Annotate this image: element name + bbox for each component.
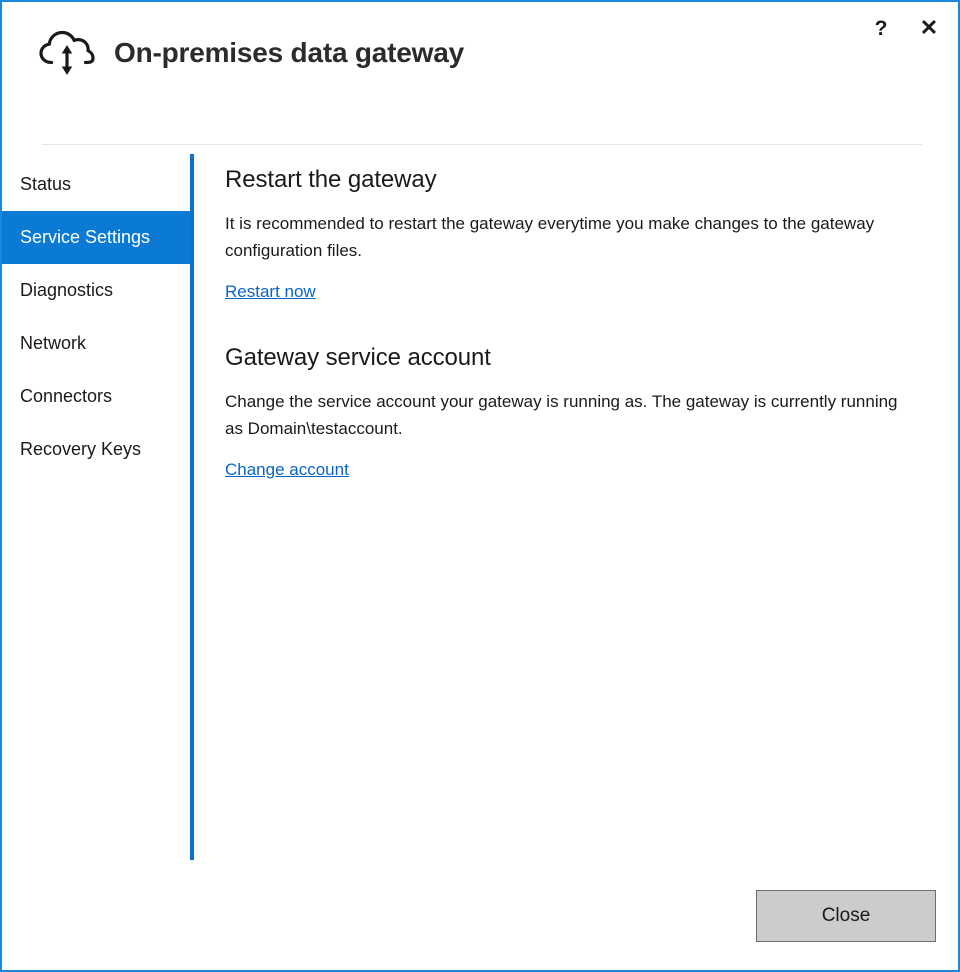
main-content: Restart the gateway It is recommended to… xyxy=(225,166,925,480)
sidebar-item-diagnostics[interactable]: Diagnostics xyxy=(2,264,192,317)
section-title: Restart the gateway xyxy=(225,166,437,193)
cloud-sync-icon xyxy=(38,28,96,78)
title-bar: On-premises data gateway ? ✕ xyxy=(2,2,958,112)
help-button[interactable]: ? xyxy=(860,10,902,46)
sidebar-nav: Status Service Settings Diagnostics Netw… xyxy=(2,158,192,476)
change-account-link[interactable]: Change account xyxy=(225,460,349,480)
sidebar-content-divider xyxy=(190,154,194,860)
sidebar-item-service-settings[interactable]: Service Settings xyxy=(2,211,192,264)
sidebar-item-connectors[interactable]: Connectors xyxy=(2,370,192,423)
gateway-window: On-premises data gateway ? ✕ Status Serv… xyxy=(0,0,960,972)
window-controls: ? ✕ xyxy=(860,10,950,46)
sidebar-item-label: Service Settings xyxy=(20,227,151,247)
help-icon: ? xyxy=(874,16,888,40)
footer-actions: Close xyxy=(756,890,936,942)
section-restart-gateway: Restart the gateway It is recommended to… xyxy=(225,166,925,302)
sidebar-item-status[interactable]: Status xyxy=(2,158,192,211)
restart-now-link[interactable]: Restart now xyxy=(225,282,316,302)
section-description: It is recommended to restart the gateway… xyxy=(225,214,875,260)
sidebar-item-label: Diagnostics xyxy=(20,280,114,300)
close-button[interactable]: Close xyxy=(756,890,936,942)
close-window-button[interactable]: ✕ xyxy=(908,10,950,46)
sidebar-item-label: Network xyxy=(20,333,87,353)
sidebar-item-label: Status xyxy=(20,174,72,194)
header-divider xyxy=(42,144,922,145)
section-gateway-service-account: Gateway service account Change the servi… xyxy=(225,344,925,480)
section-description: Change the service account your gateway … xyxy=(225,392,898,438)
sidebar-item-label: Connectors xyxy=(20,386,113,406)
section-title: Gateway service account xyxy=(225,344,491,371)
sidebar-item-recovery-keys[interactable]: Recovery Keys xyxy=(2,423,192,476)
page-title: On-premises data gateway xyxy=(114,37,464,68)
app-branding: On-premises data gateway xyxy=(38,28,464,78)
sidebar-item-network[interactable]: Network xyxy=(2,317,192,370)
close-icon: ✕ xyxy=(919,15,939,40)
sidebar-item-label: Recovery Keys xyxy=(20,439,142,459)
